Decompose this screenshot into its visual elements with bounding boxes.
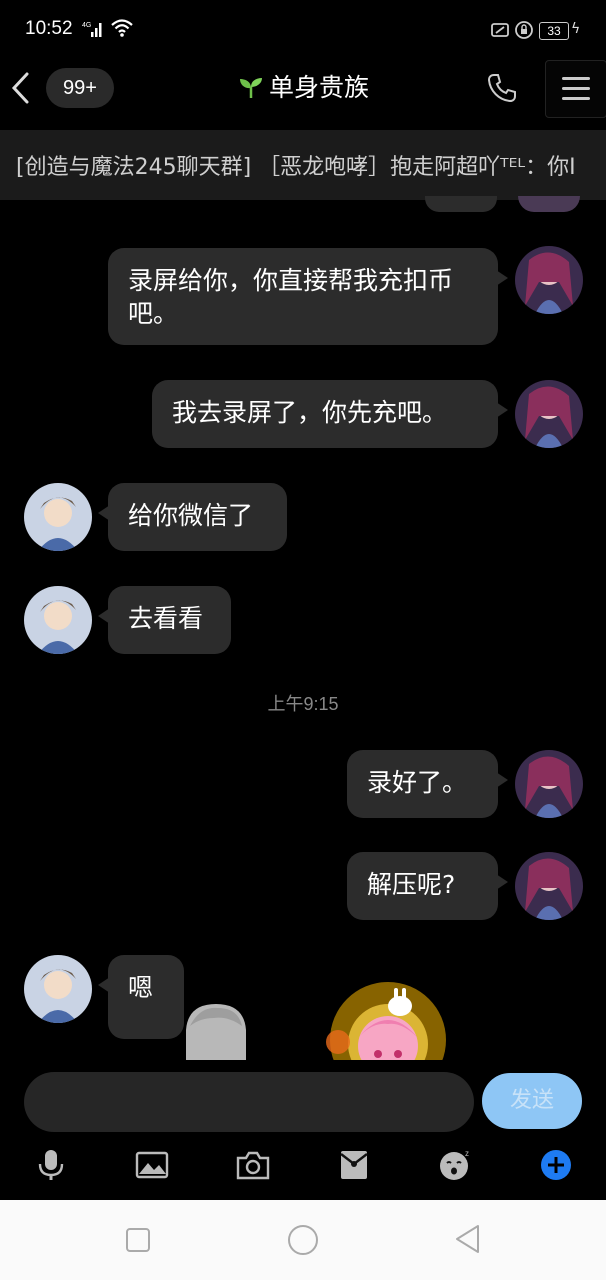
message-text: 录屏给你，你直接帮我充扣币吧。 (128, 266, 454, 328)
avatar[interactable] (24, 955, 92, 1023)
home-icon[interactable] (286, 1223, 320, 1257)
svg-text:4G: 4G (82, 22, 91, 29)
sync-icon (491, 23, 509, 37)
microphone-icon[interactable] (34, 1148, 68, 1182)
previous-message-fragment (425, 196, 497, 212)
message-text: 去看看 (128, 604, 204, 633)
back-icon[interactable] (452, 1222, 484, 1256)
image-icon[interactable] (135, 1148, 169, 1182)
clock: 10:52 (25, 18, 73, 39)
plus-icon[interactable] (539, 1148, 573, 1182)
rotation-lock-icon (515, 21, 533, 39)
message-text: 给你微信了 (128, 501, 254, 530)
contact-avatar-image (24, 586, 92, 654)
previous-avatar-fragment (518, 196, 580, 212)
contact-avatar-image (24, 483, 92, 551)
sprout-icon (239, 78, 262, 98)
svg-text:z: z (465, 1149, 469, 1158)
message-text: 解压呢? (367, 870, 456, 899)
avatar[interactable] (515, 750, 583, 818)
message-bubble[interactable]: 去看看 (98, 586, 231, 654)
group-message-banner[interactable]: [创造与魔法245聊天群] ［恶龙咆哮］抱走阿超吖ᵀᴱᴸ：你Ⅰ (0, 130, 606, 200)
wifi-icon (111, 19, 133, 37)
message-text: 录好了。 (367, 768, 468, 797)
cellular-signal-icon: 4G (82, 22, 102, 37)
self-avatar-image (515, 750, 583, 818)
self-avatar-image (515, 380, 583, 448)
hamburger-menu-icon[interactable] (545, 60, 606, 118)
message-bubble[interactable]: 给你微信了 (98, 483, 287, 551)
avatar[interactable] (515, 852, 583, 920)
message-bubble[interactable]: 我去录屏了，你先充吧。 (152, 380, 508, 448)
message-bubble[interactable]: 录屏给你，你直接帮我充扣币吧。 (108, 248, 508, 345)
message-text: 我去录屏了，你先充吧。 (172, 398, 448, 427)
message-bubble[interactable]: 嗯 (98, 955, 184, 1039)
status-bar: 10:52 4G 33 ϟ (0, 0, 606, 62)
avatar[interactable] (24, 586, 92, 654)
sticker-pink-character[interactable] (322, 982, 454, 1072)
message-input[interactable] (24, 1072, 474, 1132)
send-button[interactable]: 发送 (482, 1073, 582, 1129)
avatar[interactable] (515, 380, 583, 448)
self-avatar-image (515, 852, 583, 920)
recent-apps-icon[interactable] (124, 1226, 152, 1254)
phone-icon[interactable] (486, 72, 518, 104)
battery-level: 33 (539, 22, 569, 40)
avatar[interactable] (515, 246, 583, 314)
charging-icon: ϟ (571, 21, 581, 37)
emoji-icon[interactable]: z (438, 1148, 472, 1182)
camera-icon[interactable] (236, 1148, 270, 1182)
avatar[interactable] (24, 483, 92, 551)
message-bubble[interactable]: 解压呢? (347, 852, 508, 920)
red-packet-icon[interactable] (337, 1148, 371, 1182)
message-bubble[interactable]: 录好了。 (347, 750, 508, 818)
banner-text: [创造与魔法245聊天群] ［恶龙咆哮］抱走阿超吖ᵀᴱᴸ：你Ⅰ (16, 155, 576, 180)
message-timestamp: 上午9:15 (267, 694, 339, 714)
message-text: 嗯 (128, 973, 154, 1002)
chat-title-text: 单身贵族 (268, 73, 369, 102)
contact-avatar-image (24, 955, 92, 1023)
self-avatar-image (515, 246, 583, 314)
